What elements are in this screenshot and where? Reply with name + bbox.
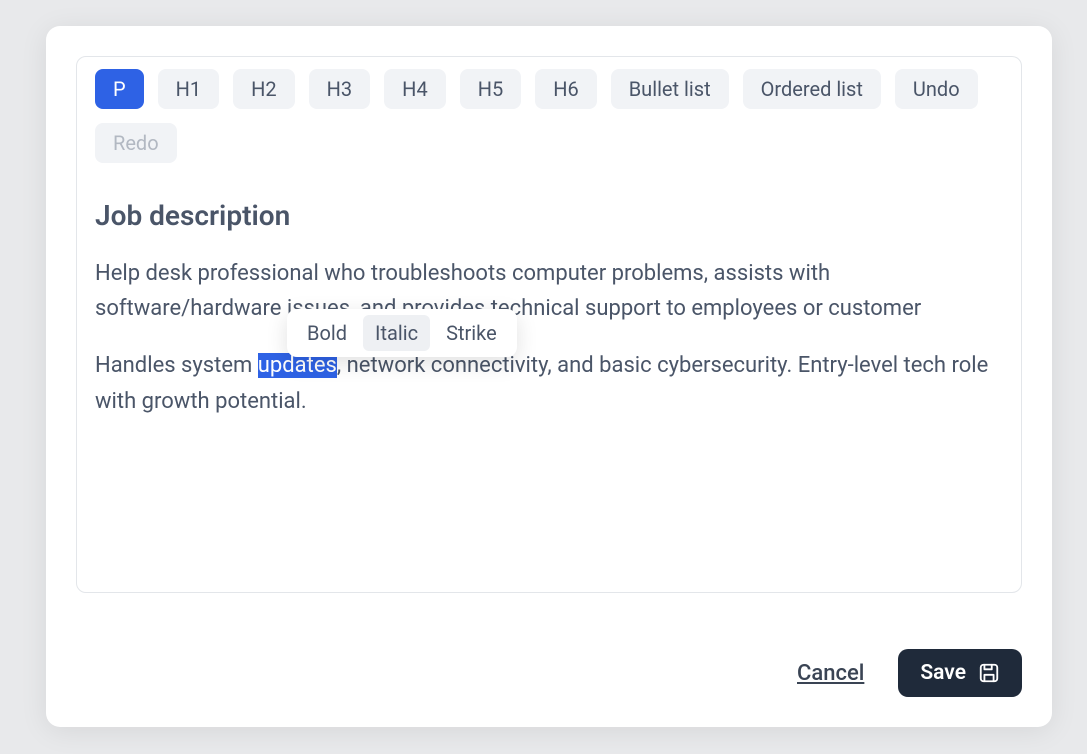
strike-button[interactable]: Strike	[434, 315, 509, 351]
editor-body[interactable]: Help desk professional who troubleshoots…	[95, 256, 1003, 441]
modal-footer: Cancel Save	[76, 625, 1022, 697]
save-button[interactable]: Save	[898, 649, 1022, 697]
bold-button[interactable]: Bold	[295, 315, 359, 351]
selected-text[interactable]: updates	[258, 353, 337, 378]
ordered-list-button[interactable]: Ordered list	[743, 69, 881, 109]
h5-button[interactable]: H5	[460, 69, 522, 109]
editor-container: P H1 H2 H3 H4 H5 H6 Bullet list Ordered …	[76, 56, 1022, 593]
editor-modal: P H1 H2 H3 H4 H5 H6 Bullet list Ordered …	[46, 26, 1052, 727]
h4-button[interactable]: H4	[384, 69, 446, 109]
h6-button[interactable]: H6	[535, 69, 597, 109]
block-toolbar: P H1 H2 H3 H4 H5 H6 Bullet list Ordered …	[95, 69, 1003, 171]
save-icon	[978, 662, 1000, 684]
cancel-button[interactable]: Cancel	[797, 661, 864, 686]
paragraph-button[interactable]: P	[95, 69, 144, 109]
h2-button[interactable]: H2	[233, 69, 295, 109]
p2-pre: Handles system	[95, 353, 258, 378]
italic-button[interactable]: Italic	[363, 315, 430, 351]
bullet-list-button[interactable]: Bullet list	[611, 69, 729, 109]
paragraph-2[interactable]: Handles system updates, network connecti…	[95, 348, 1003, 418]
h3-button[interactable]: H3	[309, 69, 371, 109]
redo-button[interactable]: Redo	[95, 123, 177, 163]
undo-button[interactable]: Undo	[895, 69, 978, 109]
paragraph-1[interactable]: Help desk professional who troubleshoots…	[95, 256, 1003, 326]
h1-button[interactable]: H1	[158, 69, 220, 109]
editor-heading[interactable]: Job description	[95, 199, 1003, 232]
bubble-menu: Bold Italic Strike	[287, 309, 517, 357]
save-label: Save	[920, 661, 966, 685]
